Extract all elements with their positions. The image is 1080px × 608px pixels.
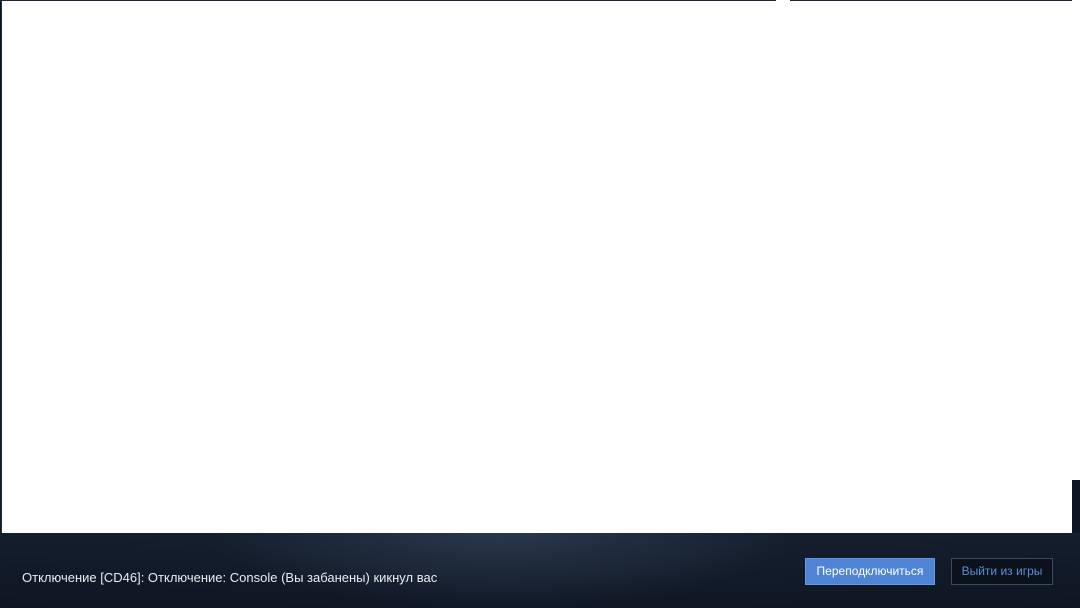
reconnect-button[interactable]: Переподключиться: [805, 558, 935, 585]
disconnect-message: Отключение [CD46]: Отключение: Console (…: [22, 570, 438, 585]
dark-edge: [1072, 480, 1080, 533]
blank-content-edge: [1072, 0, 1080, 480]
disconnect-screen: Отключение [CD46]: Отключение: Console (…: [0, 0, 1080, 608]
quit-game-button[interactable]: Выйти из игры: [951, 558, 1053, 585]
top-notch: [776, 0, 790, 2]
blank-content-area: [1, 1, 1073, 533]
